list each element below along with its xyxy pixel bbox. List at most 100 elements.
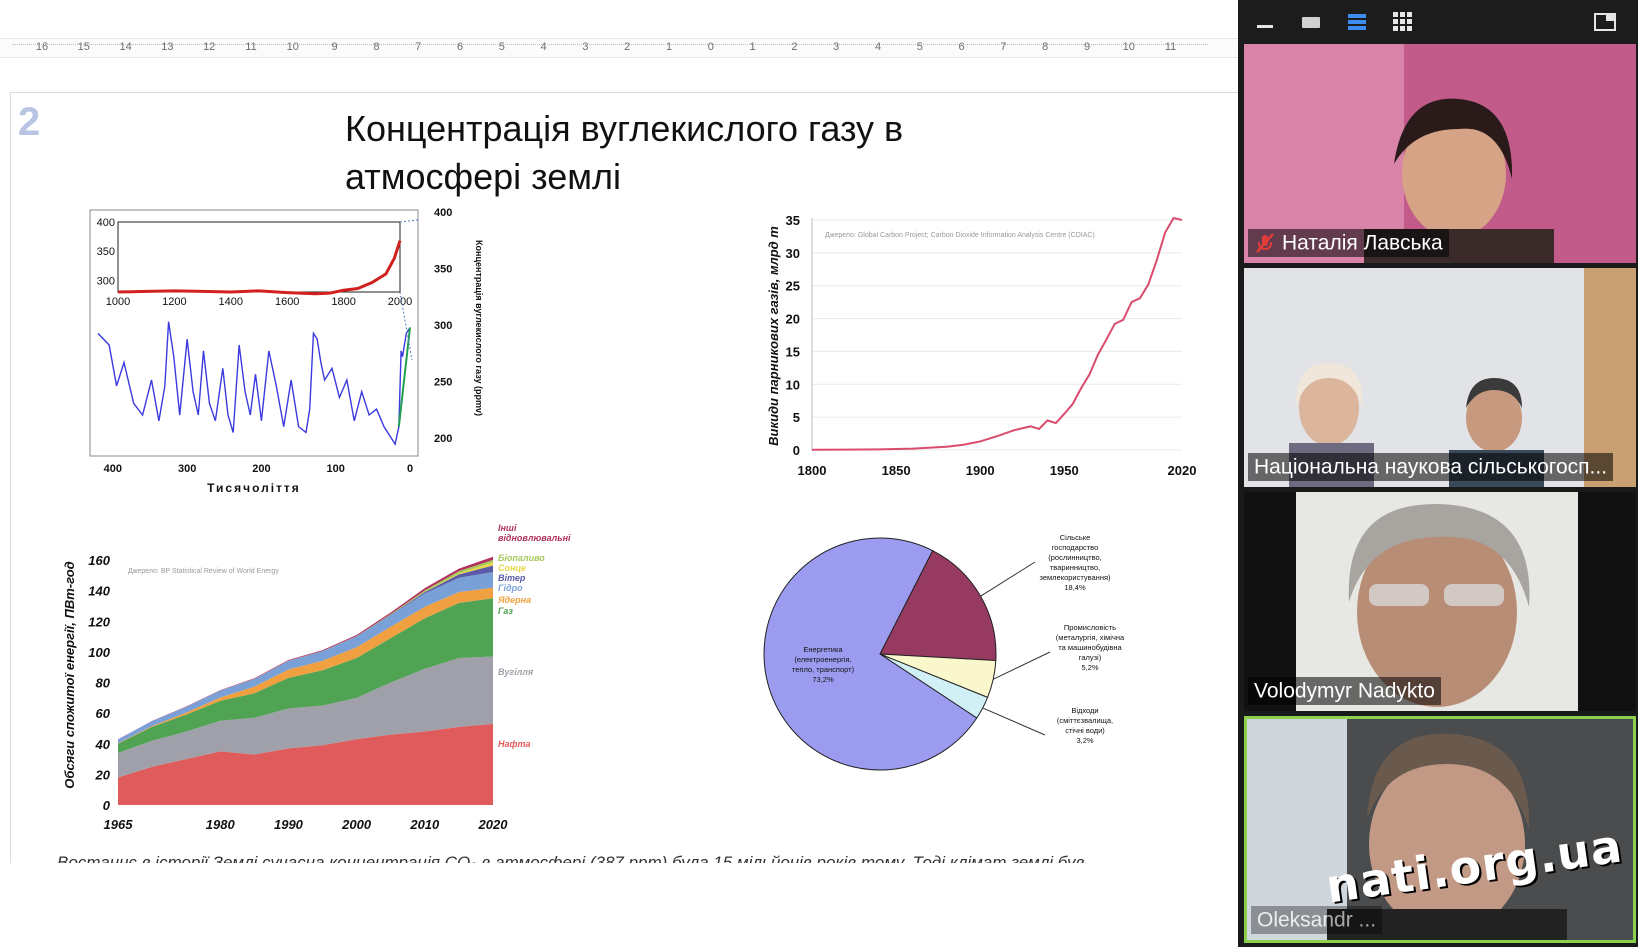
pie-label: Промисловість [1064, 623, 1116, 632]
main-y-tick: 300 [434, 320, 452, 332]
pie-label: (сміттєзвалища, [1057, 716, 1113, 725]
y-tick: 80 [96, 676, 111, 691]
slide-number: 2 [18, 100, 41, 144]
ruler-tick-label: 13 [161, 41, 174, 53]
x-tick: 1900 [966, 463, 995, 478]
co2-history-chart[interactable]: 1000 1200 1400 1600 1800 2000300350400400 300 2… [89, 207, 510, 500]
pie-label: та машинобудівна [1058, 643, 1122, 652]
ruler-tick-label: 11 [245, 41, 257, 53]
ruler-track [12, 44, 1208, 54]
minimized-video-icon[interactable] [1296, 8, 1326, 36]
pie-label: землекористування) [1039, 573, 1111, 582]
y-tick: 30 [786, 246, 800, 261]
pie-label: 73,2% [812, 675, 834, 684]
x-tick: 1850 [882, 463, 911, 478]
ruler-tick-label: 7 [415, 41, 422, 53]
fullscreen-icon[interactable] [1590, 8, 1620, 36]
ruler-tick-label: 10 [1122, 41, 1135, 53]
legend-label-part: відновлювальні [498, 533, 571, 543]
inset-x-tick: 1600 [275, 296, 299, 308]
inset-x-tick: 1000 [106, 296, 130, 308]
main-y-tick: 350 [434, 264, 452, 276]
presentation-canvas: 16 15 14 13 12 11 10 9 8 7 6 5 4 3 2 1 0 1 2 3 4 5 6 7 8 9 10 11 2 … [0, 0, 1238, 947]
ruler-tick-label: 7 [1000, 41, 1007, 53]
y-tick: 120 [88, 614, 110, 629]
slide-title-line-1: Концентрація вуглекислого газу в [345, 108, 904, 149]
y-tick: 5 [793, 410, 800, 425]
x-tick: 1800 [798, 463, 827, 478]
x-tick: 1965 [104, 817, 134, 832]
slide-title-line-2: атмосфері землі [345, 156, 622, 197]
ruler-tick-label: 0 [707, 41, 714, 53]
x-tick: 2020 [1168, 463, 1197, 478]
mic-off-icon [1256, 233, 1274, 253]
pie-leader-line [980, 561, 1036, 597]
legend-label: Нафта [498, 739, 530, 749]
participant-name-label: Volodymyr Nadykto [1248, 676, 1441, 705]
main-y-label: Концентрація вуглекислого газу (ppmv) [474, 240, 484, 416]
pie-leader-line [992, 651, 1051, 680]
ruler-tick-label: 14 [119, 41, 132, 53]
participant-name-label: Національна наукова сільськогосп... [1248, 452, 1614, 481]
ruler-tick-label: 5 [498, 41, 505, 53]
participant-tile[interactable]: Volodymyr Nadykto [1244, 492, 1636, 711]
legend-label-part: Інші [498, 523, 517, 533]
main-x-tick: 300 [178, 463, 196, 475]
inset-y-tick: 300 [97, 275, 115, 287]
pie-label: тепло, транспорт) [792, 665, 855, 674]
participant-tile-active-speaker[interactable]: nati.org.ua Oleksandr ... [1244, 716, 1636, 943]
x-tick: 1990 [274, 817, 304, 832]
pie-label: 5,2% [1081, 663, 1098, 672]
participant-tile[interactable]: Наталія Лавська [1244, 44, 1636, 263]
y-tick: 25 [786, 279, 800, 294]
emission-sectors-pie-chart[interactable]: Енергетика(електроенергія,тепло, транспо… [763, 533, 1185, 790]
main-x-tick: 100 [327, 463, 345, 475]
y-tick: 0 [793, 443, 800, 458]
ruler-tick-label: 1 [665, 41, 673, 53]
participant-name: Volodymyr Nadykto [1254, 679, 1435, 702]
y-tick: 20 [786, 312, 800, 327]
main-y-tick: 400 [434, 207, 452, 219]
slide-title[interactable]: Концентрація вуглекислого газу в атмосфе… [345, 105, 1045, 201]
pie-label: тваринництво, [1050, 563, 1100, 572]
source-note: Джерело: Global Carbon Project; Carbon D… [825, 232, 1095, 239]
inset-x-tick: 1800 [331, 296, 355, 308]
y-tick: 100 [88, 645, 110, 660]
participant-name: Національна наукова сільськогосп... [1254, 455, 1608, 478]
ruler-tick-label: 2 [791, 41, 798, 53]
energy-consumption-chart[interactable]: 0 20 40 60 80 100 120 140 160 1965 1980 1990 2000 201… [60, 523, 620, 835]
y-tick: 15 [786, 344, 800, 359]
ruler-tick-label: 6 [958, 41, 965, 53]
pie-label: галузі) [1079, 653, 1102, 662]
slide-bottom-margin [0, 863, 1238, 947]
pie-label: (електроенергія, [794, 655, 851, 664]
y-tick: 140 [88, 584, 110, 599]
main-x-tick: 0 [407, 463, 413, 475]
gallery-view-icon[interactable] [1388, 8, 1418, 36]
inset-x-tick: 1200 [162, 296, 186, 308]
x-tick: 1980 [206, 817, 236, 832]
minimize-icon[interactable] [1250, 8, 1280, 36]
main-x-tick: 200 [252, 463, 270, 475]
x-tick: 2020 [478, 817, 509, 832]
emissions-chart[interactable]: 0 5 10 15 20 25 30 35 1800 1850 1900 1950 2020 Викиди… [766, 208, 1196, 478]
y-tick: 40 [95, 737, 111, 752]
legend-label: Вугілля [498, 667, 534, 677]
y-tick: 10 [786, 377, 800, 392]
pie-label: Відходи [1071, 706, 1098, 715]
pie-label: господарство [1052, 543, 1099, 552]
y-tick: 35 [786, 213, 800, 228]
pie-label: (рослинництво, [1048, 553, 1102, 562]
speaker-view-icon[interactable] [1342, 8, 1372, 36]
pie-label: Енергетика [803, 645, 843, 654]
inset-y-tick: 400 [97, 217, 115, 229]
ruler-tick-label: 3 [833, 41, 840, 53]
pie-label: 18,4% [1064, 583, 1086, 592]
x-tick: 2000 [341, 817, 372, 832]
pie-leader-line [982, 707, 1046, 736]
pie-label: Сільське [1060, 533, 1091, 542]
legend-label: Газ [498, 606, 513, 616]
participant-tile[interactable]: Національна наукова сільськогосп... [1244, 268, 1636, 487]
ruler-tick-label: 10 [286, 41, 299, 53]
main-x-tick: 400 [104, 463, 122, 475]
